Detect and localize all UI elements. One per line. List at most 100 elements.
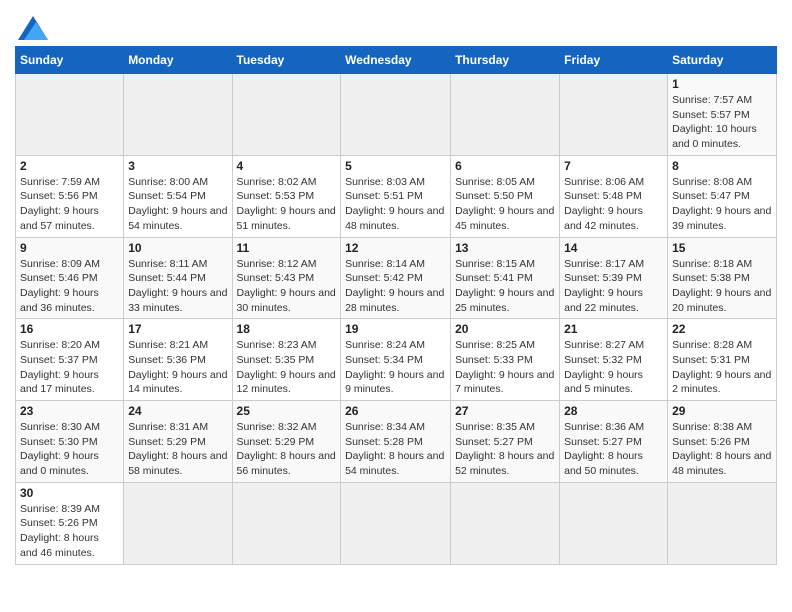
- day-info: Sunrise: 8:08 AMSunset: 5:47 PMDaylight:…: [672, 175, 772, 234]
- calendar-week-row: 9 Sunrise: 8:09 AMSunset: 5:46 PMDaylight…: [16, 237, 777, 319]
- day-info: Sunrise: 8:02 AMSunset: 5:53 PMDaylight:…: [237, 175, 337, 234]
- day-info: Sunrise: 8:18 AMSunset: 5:38 PMDaylight:…: [672, 257, 772, 316]
- day-info: Sunrise: 8:38 AMSunset: 5:26 PMDaylight:…: [672, 420, 772, 479]
- day-number: 9: [20, 241, 119, 255]
- day-number: 17: [128, 322, 227, 336]
- day-number: 27: [455, 404, 555, 418]
- day-number: 22: [672, 322, 772, 336]
- day-info: Sunrise: 8:14 AMSunset: 5:42 PMDaylight:…: [345, 257, 446, 316]
- day-number: 2: [20, 159, 119, 173]
- day-number: 1: [672, 77, 772, 91]
- calendar-cell: [232, 482, 341, 564]
- day-info: Sunrise: 8:30 AMSunset: 5:30 PMDaylight:…: [20, 420, 119, 479]
- day-number: 8: [672, 159, 772, 173]
- day-info: Sunrise: 8:31 AMSunset: 5:29 PMDaylight:…: [128, 420, 227, 479]
- day-info: Sunrise: 8:06 AMSunset: 5:48 PMDaylight:…: [564, 175, 663, 234]
- day-number: 10: [128, 241, 227, 255]
- day-number: 13: [455, 241, 555, 255]
- calendar: SundayMondayTuesdayWednesdayThursdayFrid…: [15, 46, 777, 565]
- day-number: 25: [237, 404, 337, 418]
- calendar-cell: [341, 482, 451, 564]
- day-number: 28: [564, 404, 663, 418]
- calendar-cell: [560, 482, 668, 564]
- day-number: 23: [20, 404, 119, 418]
- calendar-cell: 6 Sunrise: 8:05 AMSunset: 5:50 PMDaylight…: [451, 155, 560, 237]
- day-number: 5: [345, 159, 446, 173]
- day-info: Sunrise: 8:20 AMSunset: 5:37 PMDaylight:…: [20, 338, 119, 397]
- day-number: 21: [564, 322, 663, 336]
- calendar-cell: 13 Sunrise: 8:15 AMSunset: 5:41 PMDayligh…: [451, 237, 560, 319]
- day-info: Sunrise: 8:05 AMSunset: 5:50 PMDaylight:…: [455, 175, 555, 234]
- calendar-cell: 27 Sunrise: 8:35 AMSunset: 5:27 PMDayligh…: [451, 401, 560, 483]
- calendar-cell: 14Sunrise: 8:17 AMSunset: 5:39 PMDayligh…: [560, 237, 668, 319]
- calendar-cell: 5 Sunrise: 8:03 AMSunset: 5:51 PMDaylight…: [341, 155, 451, 237]
- day-info: Sunrise: 8:28 AMSunset: 5:31 PMDaylight:…: [672, 338, 772, 397]
- day-info: Sunrise: 8:09 AMSunset: 5:46 PMDaylight:…: [20, 257, 119, 316]
- calendar-cell: [341, 74, 451, 156]
- calendar-cell: [668, 482, 777, 564]
- calendar-cell: 16Sunrise: 8:20 AMSunset: 5:37 PMDayligh…: [16, 319, 124, 401]
- day-info: Sunrise: 8:00 AMSunset: 5:54 PMDaylight:…: [128, 175, 227, 234]
- column-header-sunday: Sunday: [16, 47, 124, 74]
- calendar-cell: 26 Sunrise: 8:34 AMSunset: 5:28 PMDayligh…: [341, 401, 451, 483]
- calendar-cell: 4 Sunrise: 8:02 AMSunset: 5:53 PMDaylight…: [232, 155, 341, 237]
- calendar-week-row: 2 Sunrise: 7:59 AMSunset: 5:56 PMDaylight…: [16, 155, 777, 237]
- calendar-week-row: 30 Sunrise: 8:39 AMSunset: 5:26 PMDayligh…: [16, 482, 777, 564]
- logo-icon: [18, 16, 48, 40]
- calendar-cell: 29 Sunrise: 8:38 AMSunset: 5:26 PMDayligh…: [668, 401, 777, 483]
- day-number: 24: [128, 404, 227, 418]
- calendar-cell: 7 Sunrise: 8:06 AMSunset: 5:48 PMDaylight…: [560, 155, 668, 237]
- day-number: 26: [345, 404, 446, 418]
- day-number: 20: [455, 322, 555, 336]
- column-header-friday: Friday: [560, 47, 668, 74]
- calendar-cell: 2 Sunrise: 7:59 AMSunset: 5:56 PMDaylight…: [16, 155, 124, 237]
- day-info: Sunrise: 8:32 AMSunset: 5:29 PMDaylight:…: [237, 420, 337, 479]
- calendar-cell: 30 Sunrise: 8:39 AMSunset: 5:26 PMDayligh…: [16, 482, 124, 564]
- calendar-cell: 24 Sunrise: 8:31 AMSunset: 5:29 PMDayligh…: [124, 401, 232, 483]
- day-number: 18: [237, 322, 337, 336]
- day-info: Sunrise: 8:11 AMSunset: 5:44 PMDaylight:…: [128, 257, 227, 316]
- day-number: 3: [128, 159, 227, 173]
- day-info: Sunrise: 8:39 AMSunset: 5:26 PMDaylight:…: [20, 502, 119, 561]
- column-header-saturday: Saturday: [668, 47, 777, 74]
- day-number: 7: [564, 159, 663, 173]
- day-number: 30: [20, 486, 119, 500]
- calendar-cell: [124, 482, 232, 564]
- day-number: 19: [345, 322, 446, 336]
- day-number: 6: [455, 159, 555, 173]
- day-info: Sunrise: 8:15 AMSunset: 5:41 PMDaylight:…: [455, 257, 555, 316]
- day-info: Sunrise: 8:34 AMSunset: 5:28 PMDaylight:…: [345, 420, 446, 479]
- column-header-wednesday: Wednesday: [341, 47, 451, 74]
- day-info: Sunrise: 8:03 AMSunset: 5:51 PMDaylight:…: [345, 175, 446, 234]
- day-info: Sunrise: 8:27 AMSunset: 5:32 PMDaylight:…: [564, 338, 663, 397]
- calendar-cell: 20Sunrise: 8:25 AMSunset: 5:33 PMDayligh…: [451, 319, 560, 401]
- day-info: Sunrise: 8:36 AMSunset: 5:27 PMDaylight:…: [564, 420, 663, 479]
- day-number: 12: [345, 241, 446, 255]
- calendar-cell: 11 Sunrise: 8:12 AMSunset: 5:43 PMDayligh…: [232, 237, 341, 319]
- day-info: Sunrise: 7:57 AMSunset: 5:57 PMDaylight:…: [672, 93, 772, 152]
- day-info: Sunrise: 8:12 AMSunset: 5:43 PMDaylight:…: [237, 257, 337, 316]
- day-info: Sunrise: 8:21 AMSunset: 5:36 PMDaylight:…: [128, 338, 227, 397]
- calendar-cell: 28 Sunrise: 8:36 AMSunset: 5:27 PMDayligh…: [560, 401, 668, 483]
- calendar-cell: 3 Sunrise: 8:00 AMSunset: 5:54 PMDaylight…: [124, 155, 232, 237]
- day-number: 11: [237, 241, 337, 255]
- calendar-cell: 18Sunrise: 8:23 AMSunset: 5:35 PMDayligh…: [232, 319, 341, 401]
- calendar-cell: 10 Sunrise: 8:11 AMSunset: 5:44 PMDayligh…: [124, 237, 232, 319]
- day-info: Sunrise: 7:59 AMSunset: 5:56 PMDaylight:…: [20, 175, 119, 234]
- calendar-header-row: SundayMondayTuesdayWednesdayThursdayFrid…: [16, 47, 777, 74]
- day-number: 29: [672, 404, 772, 418]
- calendar-cell: 22 Sunrise: 8:28 AMSunset: 5:31 PMDayligh…: [668, 319, 777, 401]
- calendar-cell: [560, 74, 668, 156]
- day-number: 4: [237, 159, 337, 173]
- day-info: Sunrise: 8:35 AMSunset: 5:27 PMDaylight:…: [455, 420, 555, 479]
- calendar-cell: [232, 74, 341, 156]
- calendar-week-row: 23 Sunrise: 8:30 AMSunset: 5:30 PMDayligh…: [16, 401, 777, 483]
- calendar-cell: 19Sunrise: 8:24 AMSunset: 5:34 PMDayligh…: [341, 319, 451, 401]
- column-header-thursday: Thursday: [451, 47, 560, 74]
- calendar-cell: 12 Sunrise: 8:14 AMSunset: 5:42 PMDayligh…: [341, 237, 451, 319]
- column-header-tuesday: Tuesday: [232, 47, 341, 74]
- calendar-cell: 23 Sunrise: 8:30 AMSunset: 5:30 PMDayligh…: [16, 401, 124, 483]
- calendar-cell: [124, 74, 232, 156]
- calendar-cell: [16, 74, 124, 156]
- calendar-week-row: 16Sunrise: 8:20 AMSunset: 5:37 PMDayligh…: [16, 319, 777, 401]
